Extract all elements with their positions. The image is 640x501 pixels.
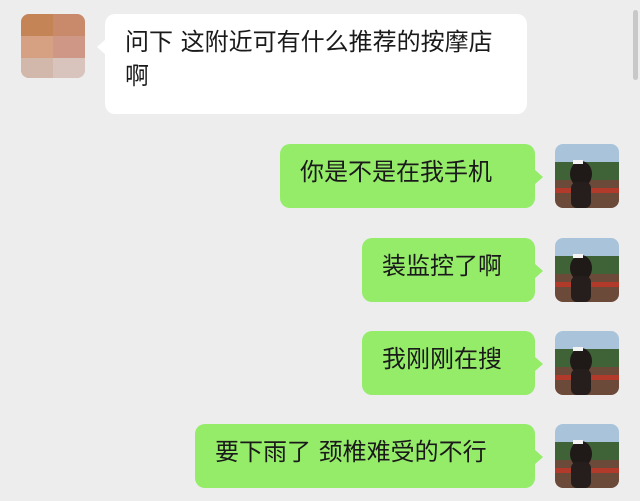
message-text: 要下雨了 颈椎难受的不行 bbox=[215, 438, 487, 466]
my-avatar-icon[interactable] bbox=[555, 238, 619, 302]
pixelated-avatar-icon bbox=[21, 14, 85, 78]
outgoing-message-bubble[interactable]: 要下雨了 颈椎难受的不行 bbox=[195, 424, 543, 488]
scrollbar[interactable] bbox=[633, 10, 638, 80]
my-avatar-icon[interactable] bbox=[555, 331, 619, 395]
outgoing-message-bubble[interactable]: 我刚刚在搜 bbox=[362, 331, 543, 395]
bubble-tail bbox=[534, 169, 543, 185]
girl-on-balcony-avatar-icon bbox=[555, 331, 619, 395]
bubble-tail bbox=[534, 449, 543, 465]
message-text: 你是不是在我手机 bbox=[300, 158, 492, 186]
bubble-tail bbox=[97, 39, 106, 55]
chat-message-list: 问下 这附近可有什么推荐的按摩店啊 你是不是在我手机 装监控了啊 我刚刚在搜 要… bbox=[0, 0, 640, 501]
bubble-tail bbox=[534, 263, 543, 279]
outgoing-message-bubble[interactable]: 装监控了啊 bbox=[362, 238, 543, 302]
my-avatar-icon[interactable] bbox=[555, 144, 619, 208]
message-text: 我刚刚在搜 bbox=[382, 345, 502, 373]
girl-on-balcony-avatar-icon bbox=[555, 238, 619, 302]
my-avatar-icon[interactable] bbox=[555, 424, 619, 488]
message-text: 问下 这附近可有什么推荐的按摩店啊 bbox=[125, 28, 493, 90]
incoming-message-bubble[interactable]: 问下 这附近可有什么推荐的按摩店啊 bbox=[97, 14, 527, 114]
girl-on-balcony-avatar-icon bbox=[555, 424, 619, 488]
message-text: 装监控了啊 bbox=[382, 252, 502, 280]
girl-on-balcony-avatar-icon bbox=[555, 144, 619, 208]
outgoing-message-bubble[interactable]: 你是不是在我手机 bbox=[280, 144, 543, 208]
contact-avatar-icon[interactable] bbox=[21, 14, 85, 78]
bubble-tail bbox=[534, 356, 543, 372]
